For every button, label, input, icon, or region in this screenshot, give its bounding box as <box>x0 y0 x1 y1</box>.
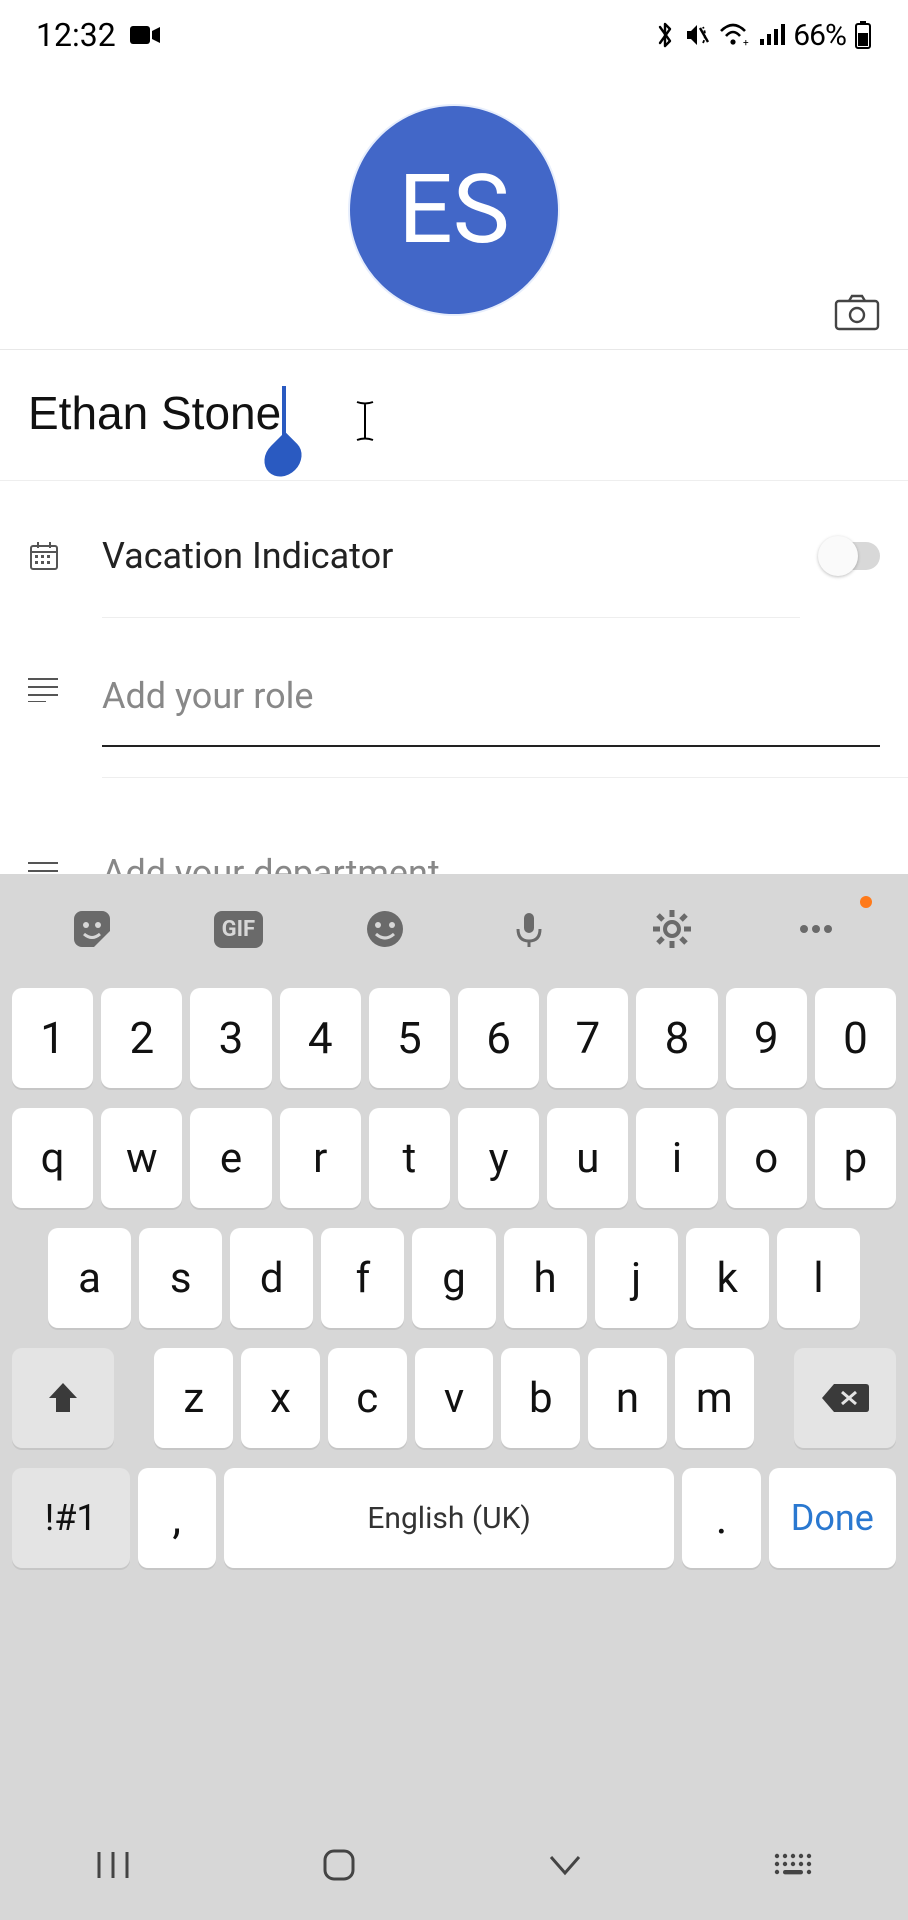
key-1[interactable]: 1 <box>12 988 93 1088</box>
key-a[interactable]: a <box>48 1228 131 1328</box>
key-u[interactable]: u <box>547 1108 628 1208</box>
key-3[interactable]: 3 <box>190 988 271 1088</box>
key-z[interactable]: z <box>154 1348 233 1448</box>
status-bar: 12:32 + 66% <box>0 0 908 70</box>
key-t[interactable]: t <box>369 1108 450 1208</box>
name-input[interactable] <box>28 386 880 440</box>
nav-recents-icon[interactable] <box>93 1848 133 1882</box>
vacation-row: Vacation Indicator <box>0 481 908 631</box>
key-f[interactable]: f <box>321 1228 404 1328</box>
key-symbols[interactable]: !#1 <box>12 1468 130 1568</box>
battery-percent: 66% <box>793 18 846 53</box>
key-5[interactable]: 5 <box>369 988 450 1088</box>
key-backspace[interactable] <box>794 1348 896 1448</box>
avatar-initials: ES <box>398 154 510 266</box>
kb-row-a: a s d f g h j k l <box>12 1228 896 1328</box>
lines-icon <box>28 676 102 702</box>
notification-dot <box>860 896 872 908</box>
gif-button[interactable]: GIF <box>214 911 264 948</box>
key-n[interactable]: n <box>588 1348 667 1448</box>
nav-bar <box>0 1810 908 1920</box>
status-time: 12:32 <box>36 16 116 54</box>
nav-keyboard-switch-icon[interactable] <box>771 1850 815 1880</box>
bluetooth-icon <box>655 20 675 50</box>
mute-vibrate-icon <box>683 21 711 49</box>
key-7[interactable]: 7 <box>547 988 628 1088</box>
signal-icon <box>759 23 785 47</box>
key-4[interactable]: 4 <box>280 988 361 1088</box>
key-y[interactable]: y <box>458 1108 539 1208</box>
key-w[interactable]: w <box>101 1108 182 1208</box>
wifi-icon: + <box>719 22 751 48</box>
svg-text:+: + <box>743 38 749 48</box>
key-b[interactable]: b <box>501 1348 580 1448</box>
key-i[interactable]: i <box>636 1108 717 1208</box>
key-s[interactable]: s <box>139 1228 222 1328</box>
key-8[interactable]: 8 <box>636 988 717 1088</box>
gear-icon[interactable] <box>650 907 694 951</box>
sticker-icon[interactable] <box>70 907 114 951</box>
key-j[interactable]: j <box>595 1228 678 1328</box>
key-2[interactable]: 2 <box>101 988 182 1088</box>
key-e[interactable]: e <box>190 1108 271 1208</box>
keyboard: GIF 1 2 3 4 5 6 7 8 9 0 q w e r t y u i <box>0 874 908 1920</box>
key-6[interactable]: 6 <box>458 988 539 1088</box>
key-l[interactable]: l <box>777 1228 860 1328</box>
key-period[interactable]: . <box>682 1468 760 1568</box>
key-o[interactable]: o <box>726 1108 807 1208</box>
key-done[interactable]: Done <box>769 1468 896 1568</box>
key-comma[interactable]: , <box>138 1468 216 1568</box>
ibeam-cursor-icon <box>354 400 376 442</box>
key-k[interactable]: k <box>686 1228 769 1328</box>
kb-row-z: z x c v b n m <box>12 1348 896 1448</box>
key-p[interactable]: p <box>815 1108 896 1208</box>
key-d[interactable]: d <box>230 1228 313 1328</box>
calendar-icon <box>28 540 102 572</box>
more-icon[interactable] <box>794 907 838 951</box>
camera-button[interactable] <box>834 293 880 331</box>
role-input[interactable]: Add your role <box>102 631 880 747</box>
kb-row-q: q w e r t y u i o p <box>12 1108 896 1208</box>
avatar[interactable]: ES <box>348 104 560 316</box>
key-0[interactable]: 0 <box>815 988 896 1088</box>
key-h[interactable]: h <box>504 1228 587 1328</box>
key-space[interactable]: English (UK) <box>224 1468 674 1568</box>
key-c[interactable]: c <box>328 1348 407 1448</box>
keyboard-toolbar: GIF <box>0 874 908 984</box>
name-field-row <box>0 350 908 481</box>
battery-icon <box>854 21 872 49</box>
video-indicator-icon <box>130 24 160 46</box>
key-9[interactable]: 9 <box>726 988 807 1088</box>
nav-back-icon[interactable] <box>545 1851 585 1879</box>
vacation-toggle[interactable] <box>822 542 880 570</box>
key-r[interactable]: r <box>280 1108 361 1208</box>
profile-header: ES <box>0 70 908 350</box>
key-q[interactable]: q <box>12 1108 93 1208</box>
key-x[interactable]: x <box>241 1348 320 1448</box>
key-m[interactable]: m <box>675 1348 754 1448</box>
mic-icon[interactable] <box>507 907 551 951</box>
vacation-label: Vacation Indicator <box>102 495 800 618</box>
emoji-icon[interactable] <box>363 907 407 951</box>
role-row: Add your role <box>0 631 908 747</box>
kb-row-numbers: 1 2 3 4 5 6 7 8 9 0 <box>12 988 896 1088</box>
nav-home-icon[interactable] <box>319 1845 359 1885</box>
kb-row-bottom: !#1 , English (UK) . Done <box>12 1468 896 1568</box>
key-shift[interactable] <box>12 1348 114 1448</box>
key-v[interactable]: v <box>415 1348 494 1448</box>
key-g[interactable]: g <box>412 1228 495 1328</box>
